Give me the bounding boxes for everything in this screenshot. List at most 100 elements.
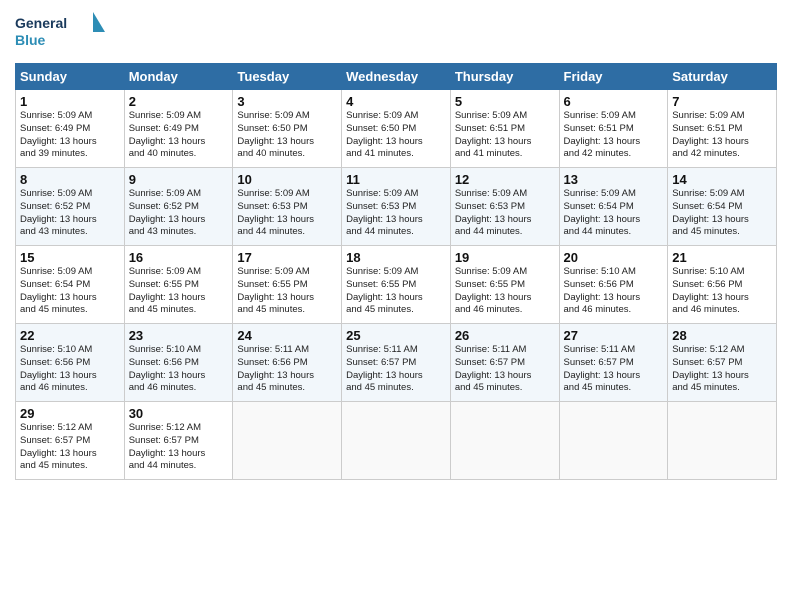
day-detail: Sunrise: 5:09 AM Sunset: 6:55 PM Dayligh… — [129, 266, 229, 317]
calendar-cell — [559, 402, 668, 480]
calendar-cell — [233, 402, 342, 480]
day-number: 20 — [564, 250, 664, 265]
day-detail: Sunrise: 5:12 AM Sunset: 6:57 PM Dayligh… — [20, 422, 120, 473]
calendar-cell: 14Sunrise: 5:09 AM Sunset: 6:54 PM Dayli… — [668, 168, 777, 246]
day-number: 13 — [564, 172, 664, 187]
calendar-cell: 4Sunrise: 5:09 AM Sunset: 6:50 PM Daylig… — [342, 90, 451, 168]
day-detail: Sunrise: 5:09 AM Sunset: 6:51 PM Dayligh… — [672, 110, 772, 161]
calendar-cell: 23Sunrise: 5:10 AM Sunset: 6:56 PM Dayli… — [124, 324, 233, 402]
calendar-cell: 7Sunrise: 5:09 AM Sunset: 6:51 PM Daylig… — [668, 90, 777, 168]
calendar-day-header: Wednesday — [342, 64, 451, 90]
calendar-cell: 27Sunrise: 5:11 AM Sunset: 6:57 PM Dayli… — [559, 324, 668, 402]
day-detail: Sunrise: 5:09 AM Sunset: 6:51 PM Dayligh… — [564, 110, 664, 161]
day-detail: Sunrise: 5:09 AM Sunset: 6:55 PM Dayligh… — [237, 266, 337, 317]
calendar-cell: 2Sunrise: 5:09 AM Sunset: 6:49 PM Daylig… — [124, 90, 233, 168]
calendar-day-header: Thursday — [450, 64, 559, 90]
calendar-header-row: SundayMondayTuesdayWednesdayThursdayFrid… — [16, 64, 777, 90]
day-number: 29 — [20, 406, 120, 421]
day-number: 6 — [564, 94, 664, 109]
day-number: 26 — [455, 328, 555, 343]
day-number: 7 — [672, 94, 772, 109]
calendar-week-row: 29Sunrise: 5:12 AM Sunset: 6:57 PM Dayli… — [16, 402, 777, 480]
calendar-cell: 22Sunrise: 5:10 AM Sunset: 6:56 PM Dayli… — [16, 324, 125, 402]
calendar-cell: 30Sunrise: 5:12 AM Sunset: 6:57 PM Dayli… — [124, 402, 233, 480]
day-detail: Sunrise: 5:09 AM Sunset: 6:54 PM Dayligh… — [672, 188, 772, 239]
day-detail: Sunrise: 5:11 AM Sunset: 6:57 PM Dayligh… — [455, 344, 555, 395]
day-number: 21 — [672, 250, 772, 265]
day-detail: Sunrise: 5:12 AM Sunset: 6:57 PM Dayligh… — [129, 422, 229, 473]
calendar-cell: 20Sunrise: 5:10 AM Sunset: 6:56 PM Dayli… — [559, 246, 668, 324]
day-number: 5 — [455, 94, 555, 109]
calendar-cell: 18Sunrise: 5:09 AM Sunset: 6:55 PM Dayli… — [342, 246, 451, 324]
day-number: 28 — [672, 328, 772, 343]
calendar-day-header: Tuesday — [233, 64, 342, 90]
day-detail: Sunrise: 5:09 AM Sunset: 6:52 PM Dayligh… — [20, 188, 120, 239]
day-detail: Sunrise: 5:09 AM Sunset: 6:52 PM Dayligh… — [129, 188, 229, 239]
day-detail: Sunrise: 5:09 AM Sunset: 6:53 PM Dayligh… — [455, 188, 555, 239]
day-detail: Sunrise: 5:09 AM Sunset: 6:50 PM Dayligh… — [237, 110, 337, 161]
day-number: 3 — [237, 94, 337, 109]
calendar-week-row: 15Sunrise: 5:09 AM Sunset: 6:54 PM Dayli… — [16, 246, 777, 324]
calendar-cell: 17Sunrise: 5:09 AM Sunset: 6:55 PM Dayli… — [233, 246, 342, 324]
calendar-cell: 13Sunrise: 5:09 AM Sunset: 6:54 PM Dayli… — [559, 168, 668, 246]
day-number: 10 — [237, 172, 337, 187]
calendar-cell: 16Sunrise: 5:09 AM Sunset: 6:55 PM Dayli… — [124, 246, 233, 324]
calendar-cell: 15Sunrise: 5:09 AM Sunset: 6:54 PM Dayli… — [16, 246, 125, 324]
day-detail: Sunrise: 5:09 AM Sunset: 6:49 PM Dayligh… — [129, 110, 229, 161]
day-detail: Sunrise: 5:10 AM Sunset: 6:56 PM Dayligh… — [564, 266, 664, 317]
calendar-cell: 3Sunrise: 5:09 AM Sunset: 6:50 PM Daylig… — [233, 90, 342, 168]
header: General Blue — [15, 10, 777, 55]
day-number: 9 — [129, 172, 229, 187]
day-detail: Sunrise: 5:10 AM Sunset: 6:56 PM Dayligh… — [20, 344, 120, 395]
calendar-cell: 21Sunrise: 5:10 AM Sunset: 6:56 PM Dayli… — [668, 246, 777, 324]
day-detail: Sunrise: 5:10 AM Sunset: 6:56 PM Dayligh… — [672, 266, 772, 317]
calendar-week-row: 22Sunrise: 5:10 AM Sunset: 6:56 PM Dayli… — [16, 324, 777, 402]
calendar-cell: 11Sunrise: 5:09 AM Sunset: 6:53 PM Dayli… — [342, 168, 451, 246]
day-number: 12 — [455, 172, 555, 187]
calendar-cell: 12Sunrise: 5:09 AM Sunset: 6:53 PM Dayli… — [450, 168, 559, 246]
day-detail: Sunrise: 5:09 AM Sunset: 6:50 PM Dayligh… — [346, 110, 446, 161]
calendar-cell: 9Sunrise: 5:09 AM Sunset: 6:52 PM Daylig… — [124, 168, 233, 246]
day-detail: Sunrise: 5:09 AM Sunset: 6:51 PM Dayligh… — [455, 110, 555, 161]
day-detail: Sunrise: 5:11 AM Sunset: 6:57 PM Dayligh… — [346, 344, 446, 395]
day-number: 23 — [129, 328, 229, 343]
day-number: 1 — [20, 94, 120, 109]
day-number: 19 — [455, 250, 555, 265]
day-detail: Sunrise: 5:09 AM Sunset: 6:53 PM Dayligh… — [346, 188, 446, 239]
day-detail: Sunrise: 5:09 AM Sunset: 6:54 PM Dayligh… — [20, 266, 120, 317]
calendar-cell — [668, 402, 777, 480]
calendar-cell: 29Sunrise: 5:12 AM Sunset: 6:57 PM Dayli… — [16, 402, 125, 480]
svg-text:General: General — [15, 15, 67, 31]
day-number: 14 — [672, 172, 772, 187]
calendar-cell: 25Sunrise: 5:11 AM Sunset: 6:57 PM Dayli… — [342, 324, 451, 402]
logo-svg: General Blue — [15, 10, 105, 55]
day-detail: Sunrise: 5:10 AM Sunset: 6:56 PM Dayligh… — [129, 344, 229, 395]
day-number: 25 — [346, 328, 446, 343]
day-number: 22 — [20, 328, 120, 343]
day-detail: Sunrise: 5:09 AM Sunset: 6:49 PM Dayligh… — [20, 110, 120, 161]
calendar-cell: 24Sunrise: 5:11 AM Sunset: 6:56 PM Dayli… — [233, 324, 342, 402]
day-number: 27 — [564, 328, 664, 343]
day-number: 15 — [20, 250, 120, 265]
calendar-cell: 5Sunrise: 5:09 AM Sunset: 6:51 PM Daylig… — [450, 90, 559, 168]
calendar-cell: 10Sunrise: 5:09 AM Sunset: 6:53 PM Dayli… — [233, 168, 342, 246]
calendar-day-header: Sunday — [16, 64, 125, 90]
calendar-cell — [342, 402, 451, 480]
calendar-day-header: Monday — [124, 64, 233, 90]
day-number: 11 — [346, 172, 446, 187]
day-detail: Sunrise: 5:09 AM Sunset: 6:55 PM Dayligh… — [455, 266, 555, 317]
calendar-cell: 6Sunrise: 5:09 AM Sunset: 6:51 PM Daylig… — [559, 90, 668, 168]
day-detail: Sunrise: 5:11 AM Sunset: 6:57 PM Dayligh… — [564, 344, 664, 395]
day-number: 18 — [346, 250, 446, 265]
calendar-cell: 19Sunrise: 5:09 AM Sunset: 6:55 PM Dayli… — [450, 246, 559, 324]
calendar-week-row: 8Sunrise: 5:09 AM Sunset: 6:52 PM Daylig… — [16, 168, 777, 246]
day-detail: Sunrise: 5:09 AM Sunset: 6:54 PM Dayligh… — [564, 188, 664, 239]
day-detail: Sunrise: 5:11 AM Sunset: 6:56 PM Dayligh… — [237, 344, 337, 395]
calendar-cell: 28Sunrise: 5:12 AM Sunset: 6:57 PM Dayli… — [668, 324, 777, 402]
day-number: 30 — [129, 406, 229, 421]
calendar-cell: 8Sunrise: 5:09 AM Sunset: 6:52 PM Daylig… — [16, 168, 125, 246]
page: General Blue SundayMondayTuesdayWednesda… — [0, 0, 792, 612]
calendar-day-header: Friday — [559, 64, 668, 90]
day-number: 17 — [237, 250, 337, 265]
day-number: 8 — [20, 172, 120, 187]
